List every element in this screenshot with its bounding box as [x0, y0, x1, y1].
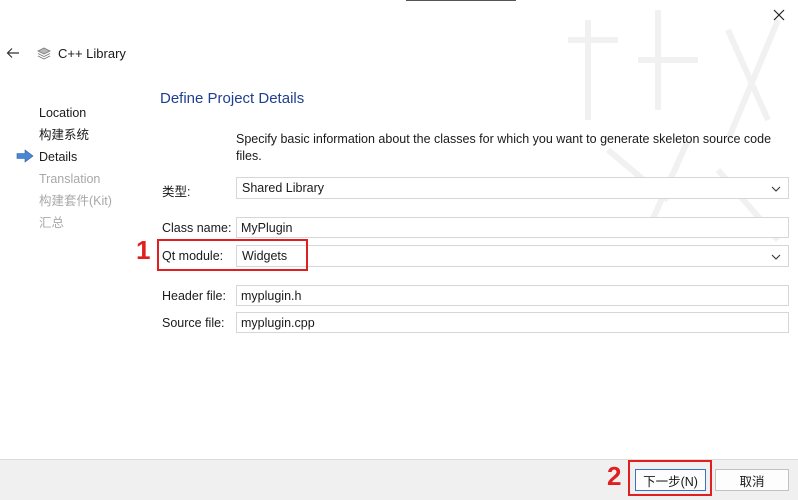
- window-title: C++ Library: [58, 46, 126, 61]
- step-location: Location: [39, 106, 87, 120]
- title-bar-accent-line: [406, 0, 516, 1]
- step-kits: 构建套件(Kit): [39, 194, 112, 208]
- qt-module-combo[interactable]: Widgets: [236, 245, 789, 267]
- annotation-number-1: 1: [136, 235, 151, 265]
- annotation-number-2: 2: [607, 461, 622, 491]
- cancel-button[interactable]: 取消: [715, 469, 789, 491]
- qt-module-label: Qt module:: [162, 249, 224, 263]
- close-icon: [773, 9, 785, 21]
- step-summary: 汇总: [39, 216, 65, 230]
- type-value: Shared Library: [242, 181, 324, 195]
- close-button[interactable]: [768, 4, 790, 26]
- wizard-steps: Location 构建系统 Details Translation 构建套件(K…: [39, 104, 112, 236]
- source-file-label: Source file:: [162, 316, 225, 330]
- back-button[interactable]: [5, 44, 21, 62]
- next-button[interactable]: 下一步(N): [635, 469, 706, 491]
- qt-module-value: Widgets: [242, 249, 288, 263]
- arrow-right-icon: [16, 149, 34, 163]
- chevron-down-icon: [771, 186, 781, 192]
- step-details: Details: [39, 150, 78, 164]
- class-name-label: Class name:: [162, 221, 232, 235]
- header-file-input[interactable]: [236, 285, 789, 306]
- type-label: 类型:: [162, 185, 191, 199]
- page-title: Define Project Details: [160, 90, 305, 107]
- step-translation: Translation: [39, 172, 101, 186]
- header-file-label: Header file:: [162, 289, 226, 303]
- arrow-left-icon: [6, 48, 19, 58]
- step-build-system: 构建系统: [39, 128, 90, 142]
- page-description: Specify basic information about the clas…: [236, 132, 772, 163]
- source-file-input[interactable]: [236, 312, 789, 333]
- type-combo[interactable]: Shared Library: [236, 177, 789, 199]
- library-stack-icon: [37, 47, 51, 60]
- class-name-input[interactable]: [236, 217, 789, 238]
- chevron-down-icon: [771, 254, 781, 260]
